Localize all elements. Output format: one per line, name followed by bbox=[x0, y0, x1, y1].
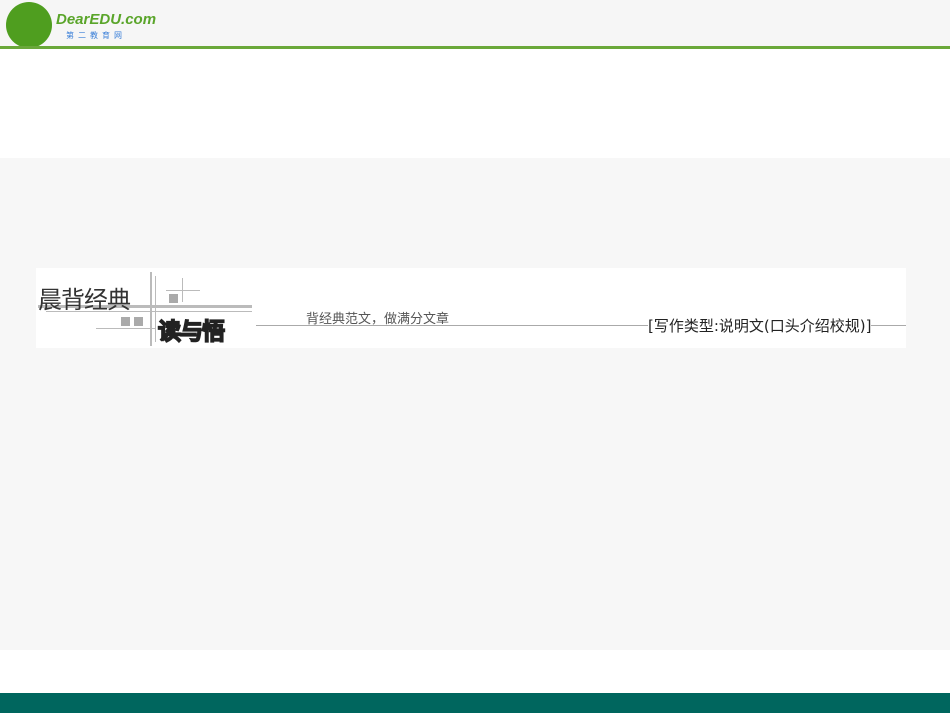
header-divider bbox=[0, 46, 950, 49]
writing-type-label: [写作类型:说明文(口头介绍校规)] bbox=[648, 315, 871, 336]
deco-square bbox=[121, 317, 130, 326]
section-banner: 晨背经典 读与悟 背经典范文，做满分文章 [写作类型:说明文(口头介绍校规)] bbox=[36, 268, 906, 348]
divider bbox=[150, 272, 152, 346]
header: DearEDU.com 第二教育网 bbox=[0, 0, 950, 47]
logo-subtext: 第二教育网 bbox=[66, 30, 126, 41]
divider bbox=[155, 276, 156, 342]
logo-book-icon bbox=[6, 2, 52, 48]
logo: DearEDU.com 第二教育网 bbox=[4, 2, 194, 48]
divider bbox=[182, 278, 183, 302]
banner-subtitle: 背经典范文，做满分文章 bbox=[306, 308, 449, 327]
footer-bar bbox=[0, 693, 950, 713]
deco-square bbox=[169, 294, 178, 303]
banner-title-top: 晨背经典 bbox=[38, 280, 130, 315]
divider bbox=[96, 328, 156, 329]
divider bbox=[166, 290, 200, 291]
logo-text: DearEDU.com bbox=[56, 11, 156, 28]
slide-content bbox=[0, 158, 950, 650]
banner-title-bottom: 读与悟 bbox=[158, 312, 224, 346]
deco-square bbox=[134, 317, 143, 326]
